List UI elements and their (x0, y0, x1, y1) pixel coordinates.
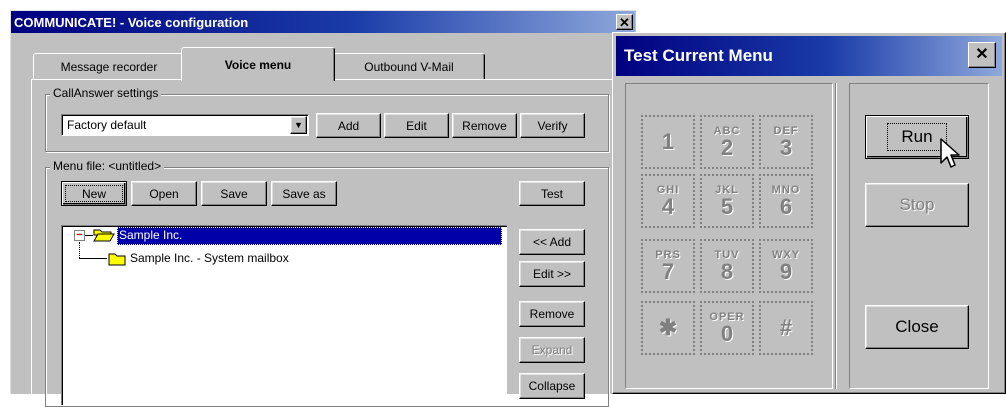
close-icon: ✕ (975, 46, 989, 63)
main-window: COMMUNICATE! - Voice configuration ✕ Mes… (10, 10, 637, 407)
keypad-key-1[interactable]: 1 (641, 115, 695, 169)
tab-outbound-vmail[interactable]: Outbound V-Mail (333, 53, 485, 79)
close-button-label: Close (895, 317, 939, 336)
key-digit: 6 (779, 193, 793, 219)
tab-voice-menu-label: Voice menu (224, 57, 292, 72)
keypad-key-5[interactable]: JKL 5 (700, 174, 754, 228)
key-digit: 3 (779, 134, 793, 160)
tab-page (31, 79, 637, 395)
keypad-key-star[interactable]: ✱ (641, 301, 695, 355)
main-title-bar[interactable]: COMMUNICATE! - Voice configuration (11, 11, 635, 33)
key-digit: 4 (661, 193, 675, 219)
key-digit: 8 (720, 258, 734, 284)
keypad-key-8[interactable]: TUV 8 (700, 239, 754, 293)
test-menu-window: Test Current Menu ✕ 1 ABC 2 DEF 3 GHI 4 … (612, 32, 1006, 394)
key-digit: 7 (661, 258, 675, 284)
close-icon: ✕ (619, 14, 630, 30)
keypad-key-2[interactable]: ABC 2 (700, 115, 754, 169)
key-digit: ✱ (658, 315, 678, 340)
tab-message-recorder[interactable]: Message recorder (33, 53, 185, 79)
main-close-button[interactable]: ✕ (616, 14, 633, 30)
key-digit: # (779, 315, 793, 340)
key-digit: 5 (720, 193, 734, 219)
mouse-cursor-icon (940, 138, 960, 168)
run-button-label: Run (887, 123, 947, 151)
keypad-key-4[interactable]: GHI 4 (641, 174, 695, 228)
keypad-key-0[interactable]: OPER 0 (700, 301, 754, 355)
keypad-key-3[interactable]: DEF 3 (759, 115, 813, 169)
close-button[interactable]: Close (865, 305, 969, 349)
test-title-bar[interactable]: Test Current Menu (616, 36, 1002, 76)
keypad-key-6[interactable]: MNO 6 (759, 174, 813, 228)
tab-voice-menu[interactable]: Voice menu (181, 47, 335, 81)
stop-button-label: Stop (899, 195, 935, 214)
keypad-key-7[interactable]: PRS 7 (641, 239, 695, 293)
stop-button[interactable]: Stop (865, 183, 969, 227)
keypad-key-pound[interactable]: # (759, 301, 813, 355)
main-window-title: COMMUNICATE! - Voice configuration (14, 14, 249, 30)
key-digit: 2 (720, 134, 734, 160)
key-digit: 1 (661, 129, 675, 154)
tab-message-recorder-label: Message recorder (60, 59, 158, 74)
tab-outbound-vmail-label: Outbound V-Mail (364, 59, 454, 74)
test-close-button[interactable]: ✕ (968, 42, 996, 68)
test-window-title: Test Current Menu (624, 46, 773, 65)
key-digit: 9 (779, 258, 793, 284)
key-digit: 0 (720, 320, 734, 346)
panel-divider (835, 83, 837, 389)
keypad-key-9[interactable]: WXY 9 (759, 239, 813, 293)
